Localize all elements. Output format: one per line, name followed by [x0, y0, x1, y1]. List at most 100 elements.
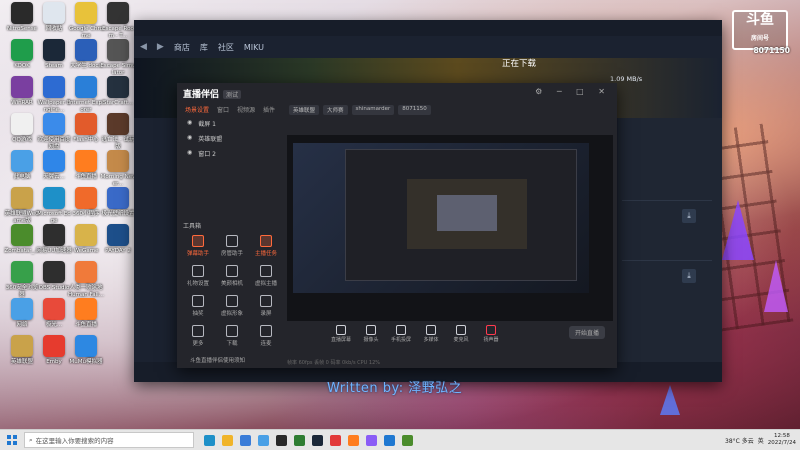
eye-icon[interactable]: ◉	[187, 134, 192, 143]
ime-indicator[interactable]: 英	[758, 436, 764, 445]
tool-8[interactable]: 录屏	[251, 295, 281, 317]
tab-scene[interactable]: 场景设置	[185, 105, 209, 114]
taskbar-app-9[interactable]	[362, 430, 380, 450]
taskbar-app-1[interactable]	[218, 430, 236, 450]
taskbar-app-4[interactable]	[272, 430, 290, 450]
tool-9[interactable]: 更多	[183, 325, 213, 347]
tool-2[interactable]: 主播任务	[251, 235, 281, 257]
mic-button[interactable]: 麦克风	[451, 325, 471, 343]
nav-store[interactable]: 商店	[174, 42, 190, 53]
desktop-icon-docx[interactable]: 大学生.docx	[68, 39, 104, 70]
desktop-icon-escape1[interactable]: Escape Room - T...	[100, 2, 136, 39]
desktop-icon-wallpaper[interactable]: Wallpaper Engine...	[36, 76, 72, 113]
speaker-button[interactable]: 扬声器	[481, 325, 501, 343]
taskbar-app-10[interactable]	[380, 430, 398, 450]
forward-arrow-icon[interactable]: ▶	[157, 42, 164, 52]
scene-item[interactable]: ◉ 英雄联盟	[181, 131, 285, 146]
desktop-icon-escape3[interactable]: 逃亡法 - 试玩版	[100, 113, 136, 150]
phone-cast-button[interactable]: 手机投屏	[391, 325, 411, 343]
desktop-icon-computer[interactable]: 此电脑	[4, 150, 40, 181]
desktop-icon-winrar[interactable]: WinRAR	[4, 76, 40, 107]
desktop-icon-escape2[interactable]: Escape Simulator	[100, 39, 136, 76]
desktop-icon-chrome[interactable]: Google Chrome	[68, 2, 104, 39]
tag[interactable]: 英雄联盟	[289, 105, 320, 115]
tool-3[interactable]: 礼物设置	[183, 265, 213, 287]
tool-0[interactable]: 弹幕助手	[183, 235, 213, 257]
media-button[interactable]: 多媒体	[421, 325, 441, 343]
desktop-icon-wegame[interactable]: 英雄联盟WeGame版	[4, 187, 40, 224]
desktop-icon-jiguang[interactable]: 极光...	[36, 298, 72, 329]
back-arrow-icon[interactable]: ◀	[140, 42, 147, 52]
tool-5[interactable]: 虚拟主播	[251, 265, 281, 287]
desktop-icon-flash[interactable]: Flash中心	[68, 113, 104, 144]
taskbar-app-7[interactable]	[326, 430, 344, 450]
desktop-icon-recycle[interactable]: 回收站	[36, 2, 72, 33]
download-icon[interactable]: ⤓	[682, 269, 696, 283]
tag[interactable]: 大师赛	[323, 105, 348, 115]
taskbar-app-6[interactable]	[308, 430, 326, 450]
tag[interactable]: 8071150	[398, 105, 431, 115]
tag[interactable]: shinamarder	[351, 105, 395, 115]
desktop-icon-zombatar[interactable]: Zombatar_...	[4, 224, 40, 255]
queue-item[interactable]: ⤓	[622, 200, 712, 231]
desktop-icon-mumu[interactable]: MuMu模拟器	[68, 335, 104, 366]
desktop-icon-wegame2[interactable]: WeGame	[68, 224, 104, 255]
taskbar-app-0[interactable]	[200, 430, 218, 450]
desktop-icon-emby[interactable]: Emby	[36, 335, 72, 366]
desktop-icon-360game[interactable]: 360小程序	[68, 187, 104, 218]
desktop-icon-human[interactable]: 人类一败涂地 Human Fall...	[68, 261, 104, 298]
weather-widget[interactable]: 38°C 多云	[725, 436, 754, 445]
desktop-icon-tianyi[interactable]: 天翼云...	[36, 150, 72, 181]
desktop-icon-360[interactable]: 360安全浏览器	[4, 261, 40, 298]
tab-source[interactable]: 视频源	[237, 105, 255, 114]
taskbar-app-11[interactable]	[398, 430, 416, 450]
desktop-icon-douyu[interactable]: 斗鱼直播	[68, 150, 104, 181]
tool-4[interactable]: 美颜相机	[217, 265, 247, 287]
nav-profile[interactable]: MIKU	[244, 43, 264, 52]
desktop-icon-ie[interactable]: Internet Explorer	[68, 76, 104, 113]
taskbar-app-2[interactable]	[236, 430, 254, 450]
desktop-icon-netease[interactable]: 网易UU加速器	[36, 224, 72, 255]
taskbar-search-input[interactable]: ⌕ 在这里输入你要搜索的内容	[24, 432, 194, 448]
tool-10[interactable]: 下载	[217, 325, 247, 347]
desktop-icon-kook[interactable]: KOOK	[4, 39, 40, 70]
desktop-icon-moming[interactable]: Morning Never...	[100, 150, 136, 187]
screen-capture-button[interactable]: 直播屏幕	[331, 325, 351, 343]
tab-window[interactable]: 窗口	[217, 105, 229, 114]
tool-6[interactable]: 抽奖	[183, 295, 213, 317]
tool-7[interactable]: 虚拟形象	[217, 295, 247, 317]
scene-item[interactable]: ◉ 窗口 2	[181, 146, 285, 161]
desktop-icon-payday[interactable]: PAYDAY 2	[100, 224, 136, 255]
tool-11[interactable]: 连麦	[251, 325, 281, 347]
desktop-icon-network[interactable]: 网络	[4, 298, 40, 329]
queue-item[interactable]: ⤓	[622, 260, 712, 291]
desktop-icon-obs[interactable]: OBS Studio	[36, 261, 72, 292]
stream-preview[interactable]	[287, 135, 613, 321]
camera-button[interactable]: 摄像头	[361, 325, 381, 343]
tool-1[interactable]: 房管助手	[217, 235, 247, 257]
nav-library[interactable]: 库	[200, 42, 208, 53]
eye-icon[interactable]: ◉	[187, 119, 192, 128]
download-icon[interactable]: ⤓	[682, 209, 696, 223]
desktop-icon-nitrosense[interactable]: NitroSense	[4, 2, 40, 33]
live-companion-window[interactable]: 直播伴侣 测试 ⚙ ─ □ ✕ 场景设置 窗口 视频源 插件 ◉ 截屏 1 ◉ 英雄联…	[177, 83, 617, 368]
nav-community[interactable]: 社区	[218, 42, 234, 53]
desktop-icon-qq[interactable]: QQ游戏	[4, 113, 40, 144]
desktop-icon-edge[interactable]: Microsoft Edge	[36, 187, 72, 224]
desktop-icon-starcraft[interactable]: StarCraft...	[100, 76, 136, 107]
taskbar-app-5[interactable]	[290, 430, 308, 450]
usage-notice-link[interactable]: 斗鱼直播伴侣使用须知	[190, 356, 245, 364]
desktop-icon-jiguang2[interactable]: 极光壁纸设置	[100, 187, 136, 218]
start-button[interactable]	[0, 430, 24, 450]
desktop-icon-lol-game[interactable]: 英雄联盟	[4, 335, 40, 366]
taskbar-app-8[interactable]	[344, 430, 362, 450]
clock[interactable]: 12:58 2022/7/24	[768, 433, 796, 447]
desktop-icon-douyuzhibo[interactable]: 斗鱼直播	[68, 298, 104, 329]
window-controls[interactable]: ⚙ ─ □ ✕	[535, 87, 611, 96]
desktop-icon-steam[interactable]: Steam	[36, 39, 72, 70]
start-live-button[interactable]: 开始直播	[568, 326, 605, 339]
taskbar-app-3[interactable]	[254, 430, 272, 450]
eye-icon[interactable]: ◉	[187, 149, 192, 158]
scene-item[interactable]: ◉ 截屏 1	[181, 116, 285, 131]
desktop-icon-baidu[interactable]: 欢迎使用百度网盘	[36, 113, 72, 150]
